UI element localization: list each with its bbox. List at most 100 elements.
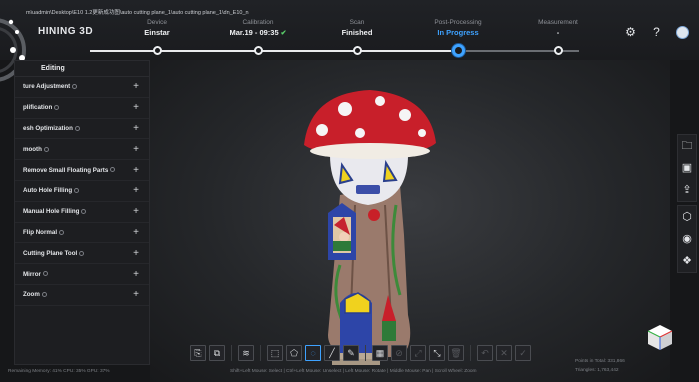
export-icon[interactable]: ⇪: [680, 183, 694, 197]
divider: [365, 345, 366, 361]
item-label: ture Adjustment: [23, 83, 71, 91]
stage-post-processing[interactable]: Post-Processing In Progress: [413, 19, 503, 37]
brush-select-icon[interactable]: ✎: [343, 345, 359, 361]
panel-item-cutting-plane-tool[interactable]: Cutting Plane Tool +: [15, 243, 149, 265]
right-toolbar-view: ⬡ ◉ ❖: [677, 205, 697, 273]
stage-dot-measurement[interactable]: [553, 46, 563, 55]
stage-dot-post-processing[interactable]: [451, 44, 465, 57]
stage-dot-device[interactable]: [152, 46, 162, 55]
project-path: m\uadmin\Desktop\E10 1.2更新成功图\auto cutti…: [26, 10, 249, 16]
polygon-select-icon[interactable]: ⬠: [286, 345, 302, 361]
delete-icon[interactable]: 🗑: [448, 345, 464, 361]
item-label: Zoom: [23, 291, 40, 299]
divider: [231, 345, 232, 361]
mushroom-house-model[interactable]: [300, 85, 440, 367]
info-icon[interactable]: [74, 125, 80, 131]
info-icon[interactable]: [54, 105, 60, 111]
stage-dot-scan[interactable]: [352, 46, 362, 55]
plus-icon[interactable]: +: [131, 289, 141, 300]
folder-icon[interactable]: 🗀: [680, 139, 694, 153]
line-select-icon[interactable]: ╱: [324, 345, 340, 361]
stage-label: Post-Processing: [434, 19, 482, 26]
panel-item-remove-small-floating-parts[interactable]: Remove Small Floating Parts +: [15, 160, 149, 181]
item-label: Cutting Plane Tool: [23, 249, 78, 257]
info-icon[interactable]: [81, 209, 87, 215]
select-all-icon[interactable]: ▦: [372, 345, 388, 361]
stage-value: In Progress: [437, 28, 479, 37]
item-label: Manual Hole Filling: [23, 208, 80, 216]
panel-item-zoom[interactable]: Zoom +: [15, 285, 149, 306]
item-label: Flip Normal: [23, 228, 58, 236]
stage-measurement[interactable]: Measurement -: [513, 19, 603, 37]
info-icon[interactable]: [110, 167, 116, 173]
eye-icon[interactable]: ◉: [680, 232, 694, 246]
stage-label: Measurement: [538, 19, 578, 26]
orientation-cube[interactable]: [645, 322, 675, 357]
user-avatar-icon[interactable]: [676, 26, 689, 39]
settings-gear-icon[interactable]: ⚙: [624, 26, 637, 39]
stage-label: Device: [147, 19, 167, 26]
plus-icon[interactable]: +: [131, 81, 141, 92]
info-icon[interactable]: [72, 84, 78, 90]
plus-icon[interactable]: +: [131, 248, 141, 259]
app-logo: HINING 3D: [38, 26, 94, 37]
plus-icon[interactable]: +: [131, 165, 141, 176]
stage-calibration[interactable]: Calibration Mar.19 - 09:35 ✔: [213, 19, 303, 37]
help-icon[interactable]: ?: [650, 26, 663, 39]
confirm-icon[interactable]: ✓: [515, 345, 531, 361]
panel-item-simplification[interactable]: plification +: [15, 98, 149, 119]
status-mouse-hints: Shift+Left Mouse: Select | Ctrl+Left Mou…: [230, 369, 477, 374]
stage-scan[interactable]: Scan Finished: [312, 19, 402, 37]
item-label: mooth: [23, 145, 42, 153]
stage-value: Finished: [341, 28, 373, 37]
lasso-select-icon[interactable]: ◌: [305, 345, 321, 361]
top-bar: m\uadmin\Desktop\E10 1.2更新成功图\auto cutti…: [0, 0, 699, 87]
texture-icon[interactable]: ❖: [680, 254, 694, 268]
rect-select-icon[interactable]: ⬚: [267, 345, 283, 361]
expand-select-icon[interactable]: ⤢: [410, 345, 426, 361]
item-label: esh Optimization: [23, 124, 73, 132]
stage-label: Calibration: [242, 19, 274, 26]
plus-icon[interactable]: +: [131, 185, 141, 196]
panel-item-manual-hole-filling[interactable]: Manual Hole Filling +: [15, 202, 149, 223]
panel-item-mirror[interactable]: Mirror +: [15, 264, 149, 285]
panel-item-flip-normal[interactable]: Flip Normal +: [15, 223, 149, 244]
plus-icon[interactable]: +: [131, 269, 141, 280]
stage-dot-calibration[interactable]: [253, 46, 263, 55]
plus-icon[interactable]: +: [131, 206, 141, 217]
shrink-select-icon[interactable]: ⤡: [429, 345, 445, 361]
triangles-total: Triangles: 1,763,442: [575, 368, 619, 373]
panel-title: Editing: [15, 61, 149, 77]
plus-icon[interactable]: +: [131, 144, 141, 155]
mesh-stats: Points in Total: 331,866 Triangles: 1,76…: [575, 357, 625, 375]
info-icon[interactable]: [43, 146, 49, 152]
stage-device[interactable]: Device Einstar: [112, 19, 202, 37]
panel-item-smooth[interactable]: mooth +: [15, 139, 149, 161]
undo-icon[interactable]: ↶: [477, 345, 493, 361]
copy-icon[interactable]: ⧉: [209, 345, 225, 361]
3d-viewport[interactable]: [150, 60, 673, 382]
plus-icon[interactable]: +: [131, 102, 141, 113]
panel-item-texture-adjustment[interactable]: ture Adjustment +: [15, 77, 149, 98]
info-icon[interactable]: [74, 188, 80, 194]
plus-icon[interactable]: +: [131, 227, 141, 238]
info-icon[interactable]: [41, 292, 47, 298]
layers-icon[interactable]: ≋: [238, 345, 254, 361]
check-icon: ✔: [280, 30, 287, 37]
cancel-icon[interactable]: ✕: [496, 345, 512, 361]
info-icon[interactable]: [79, 250, 85, 256]
divider: [260, 345, 261, 361]
stage-label: Scan: [349, 19, 365, 26]
info-icon[interactable]: [42, 271, 48, 277]
import-icon[interactable]: ⎘: [190, 345, 206, 361]
stage-value: Einstar: [144, 28, 170, 37]
panel-item-auto-hole-filling[interactable]: Auto Hole Filling +: [15, 181, 149, 202]
panel-item-mesh-optimization[interactable]: esh Optimization +: [15, 119, 149, 140]
mesh-icon[interactable]: ⬡: [680, 210, 694, 224]
status-memory: Remaining Memory: 41% CPU: 35% GPU: 37%: [8, 369, 110, 374]
stage-value: Mar.19 - 09:35 ✔: [229, 28, 287, 37]
plus-icon[interactable]: +: [131, 123, 141, 134]
save-icon[interactable]: ▣: [680, 161, 694, 175]
invert-select-icon[interactable]: ⊘: [391, 345, 407, 361]
info-icon[interactable]: [59, 229, 65, 235]
